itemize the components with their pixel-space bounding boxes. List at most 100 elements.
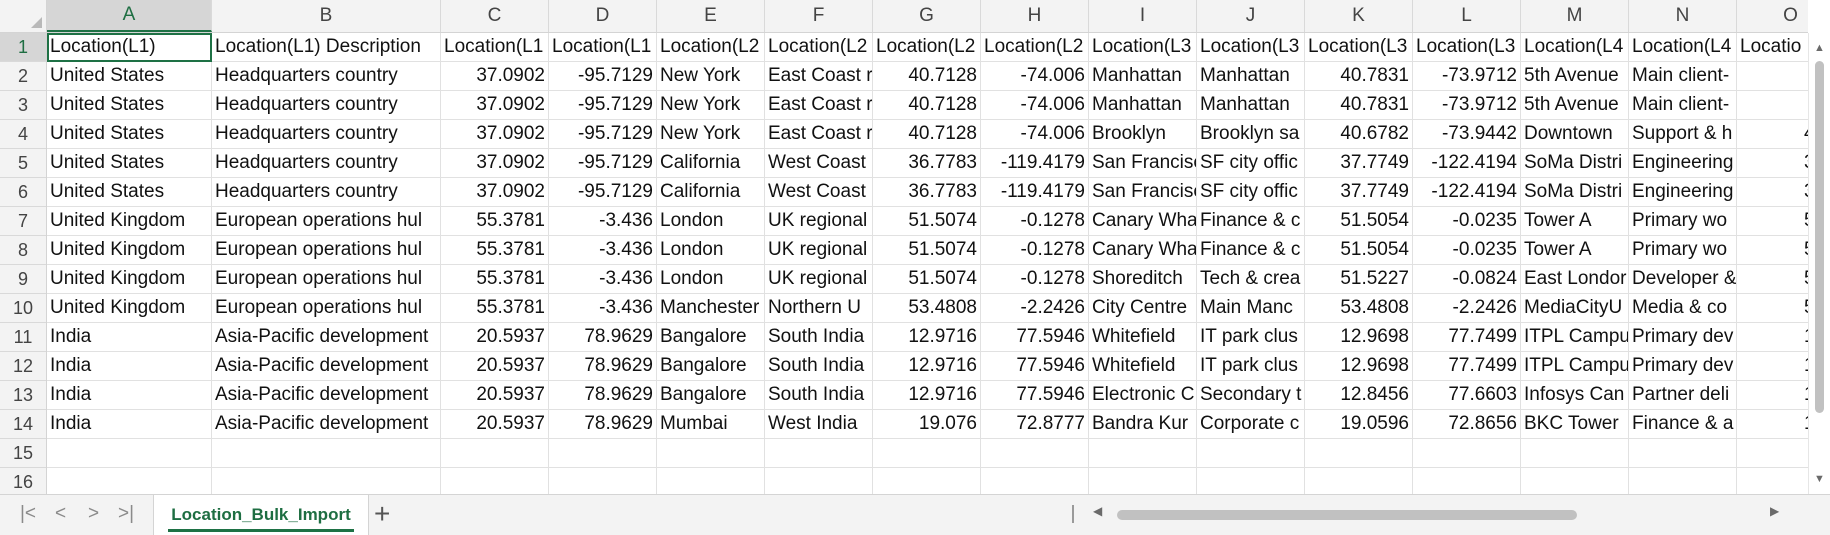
cell-i13[interactable]: Electronic C — [1089, 381, 1197, 410]
cell-c3[interactable]: 37.0902 — [441, 91, 549, 120]
cell-a5[interactable]: United States — [47, 149, 212, 178]
last-sheet-icon[interactable]: >| — [118, 503, 134, 525]
cell-b13[interactable]: Asia-Pacific development — [212, 381, 441, 410]
cell-n7[interactable]: Primary wo — [1629, 207, 1737, 236]
cell-c15[interactable] — [441, 439, 549, 468]
cell-l1[interactable]: Location(L3 — [1413, 33, 1521, 62]
cell-e8[interactable]: London — [657, 236, 765, 265]
cell-g8[interactable]: 51.5074 — [873, 236, 981, 265]
row-header-11[interactable]: 11 — [0, 323, 46, 352]
scroll-left-arrow-icon[interactable]: ◀ — [1093, 504, 1102, 518]
cell-h2[interactable]: -74.006 — [981, 62, 1089, 91]
cell-b7[interactable]: European operations hul — [212, 207, 441, 236]
cell-k8[interactable]: 51.5054 — [1305, 236, 1413, 265]
tab-scroll-divider[interactable] — [1072, 505, 1074, 523]
cell-d6[interactable]: -95.7129 — [549, 178, 657, 207]
cell-m9[interactable]: East Londor — [1521, 265, 1629, 294]
cell-n14[interactable]: Finance & a — [1629, 410, 1737, 439]
cell-n12[interactable]: Primary dev — [1629, 352, 1737, 381]
next-sheet-icon[interactable]: > — [88, 503, 99, 525]
cell-a13[interactable]: India — [47, 381, 212, 410]
cell-j15[interactable] — [1197, 439, 1305, 468]
cell-n13[interactable]: Partner deli — [1629, 381, 1737, 410]
cell-m7[interactable]: Tower A — [1521, 207, 1629, 236]
cell-l13[interactable]: 77.6603 — [1413, 381, 1521, 410]
cell-n16[interactable] — [1629, 468, 1737, 494]
cell-d8[interactable]: -3.436 — [549, 236, 657, 265]
cell-c6[interactable]: 37.0902 — [441, 178, 549, 207]
cell-d15[interactable] — [549, 439, 657, 468]
select-all-corner[interactable] — [0, 0, 47, 33]
cell-o3[interactable]: 40. — [1737, 91, 1808, 120]
cell-m8[interactable]: Tower A — [1521, 236, 1629, 265]
cell-o10[interactable]: 53.4 — [1737, 294, 1808, 323]
cell-e3[interactable]: New York — [657, 91, 765, 120]
cell-k5[interactable]: 37.7749 — [1305, 149, 1413, 178]
column-header-i[interactable]: I — [1089, 0, 1197, 32]
cell-j11[interactable]: IT park clus — [1197, 323, 1305, 352]
cell-k3[interactable]: 40.7831 — [1305, 91, 1413, 120]
cell-n4[interactable]: Support & h — [1629, 120, 1737, 149]
first-sheet-icon[interactable]: |< — [20, 503, 36, 525]
row-header-9[interactable]: 9 — [0, 265, 46, 294]
scroll-right-arrow-icon[interactable]: ▶ — [1770, 504, 1779, 518]
cell-j9[interactable]: Tech & crea — [1197, 265, 1305, 294]
cell-j6[interactable]: SF city offic — [1197, 178, 1305, 207]
cell-e10[interactable]: Manchester — [657, 294, 765, 323]
cell-d16[interactable] — [549, 468, 657, 494]
cell-m14[interactable]: BKC Tower — [1521, 410, 1629, 439]
cell-c12[interactable]: 20.5937 — [441, 352, 549, 381]
cell-d12[interactable]: 78.9629 — [549, 352, 657, 381]
column-header-b[interactable]: B — [212, 0, 441, 32]
cell-c7[interactable]: 55.3781 — [441, 207, 549, 236]
cell-d1[interactable]: Location(L1 — [549, 33, 657, 62]
cell-f12[interactable]: South India — [765, 352, 873, 381]
row-header-15[interactable]: 15 — [0, 439, 46, 468]
cell-i6[interactable]: San Francisc — [1089, 178, 1197, 207]
cell-a8[interactable]: United Kingdom — [47, 236, 212, 265]
column-header-k[interactable]: K — [1305, 0, 1413, 32]
cell-g13[interactable]: 12.9716 — [873, 381, 981, 410]
cell-h6[interactable]: -119.4179 — [981, 178, 1089, 207]
cell-g9[interactable]: 51.5074 — [873, 265, 981, 294]
cell-l5[interactable]: -122.4194 — [1413, 149, 1521, 178]
cell-d4[interactable]: -95.7129 — [549, 120, 657, 149]
cell-a16[interactable] — [47, 468, 212, 494]
horizontal-scroll-thumb[interactable] — [1117, 510, 1577, 520]
cell-k6[interactable]: 37.7749 — [1305, 178, 1413, 207]
cell-a2[interactable]: United States — [47, 62, 212, 91]
cell-i3[interactable]: Manhattan — [1089, 91, 1197, 120]
column-header-f[interactable]: F — [765, 0, 873, 32]
cell-l12[interactable]: 77.7499 — [1413, 352, 1521, 381]
cell-f3[interactable]: East Coast r — [765, 91, 873, 120]
cell-a9[interactable]: United Kingdom — [47, 265, 212, 294]
cell-m6[interactable]: SoMa Distri — [1521, 178, 1629, 207]
cell-b2[interactable]: Headquarters country — [212, 62, 441, 91]
cell-a7[interactable]: United Kingdom — [47, 207, 212, 236]
cell-f1[interactable]: Location(L2 — [765, 33, 873, 62]
cell-j3[interactable]: Manhattan — [1197, 91, 1305, 120]
cell-c5[interactable]: 37.0902 — [441, 149, 549, 178]
cell-a6[interactable]: United States — [47, 178, 212, 207]
cell-o16[interactable] — [1737, 468, 1808, 494]
column-header-m[interactable]: M — [1521, 0, 1629, 32]
cell-o11[interactable]: 12.9 — [1737, 323, 1808, 352]
cell-n9[interactable]: Developer & — [1629, 265, 1737, 294]
cell-l16[interactable] — [1413, 468, 1521, 494]
cell-c10[interactable]: 55.3781 — [441, 294, 549, 323]
cell-i9[interactable]: Shoreditch — [1089, 265, 1197, 294]
cell-c13[interactable]: 20.5937 — [441, 381, 549, 410]
cell-j1[interactable]: Location(L3 — [1197, 33, 1305, 62]
cell-e13[interactable]: Bangalore — [657, 381, 765, 410]
row-header-4[interactable]: 4 — [0, 120, 46, 149]
cell-i10[interactable]: City Centre — [1089, 294, 1197, 323]
cell-o14[interactable]: 19.0 — [1737, 410, 1808, 439]
cell-m5[interactable]: SoMa Distri — [1521, 149, 1629, 178]
cell-h5[interactable]: -119.4179 — [981, 149, 1089, 178]
row-header-8[interactable]: 8 — [0, 236, 46, 265]
cell-f4[interactable]: East Coast r — [765, 120, 873, 149]
cell-i8[interactable]: Canary Wha — [1089, 236, 1197, 265]
cell-e7[interactable]: London — [657, 207, 765, 236]
cell-h3[interactable]: -74.006 — [981, 91, 1089, 120]
cell-i14[interactable]: Bandra Kur — [1089, 410, 1197, 439]
